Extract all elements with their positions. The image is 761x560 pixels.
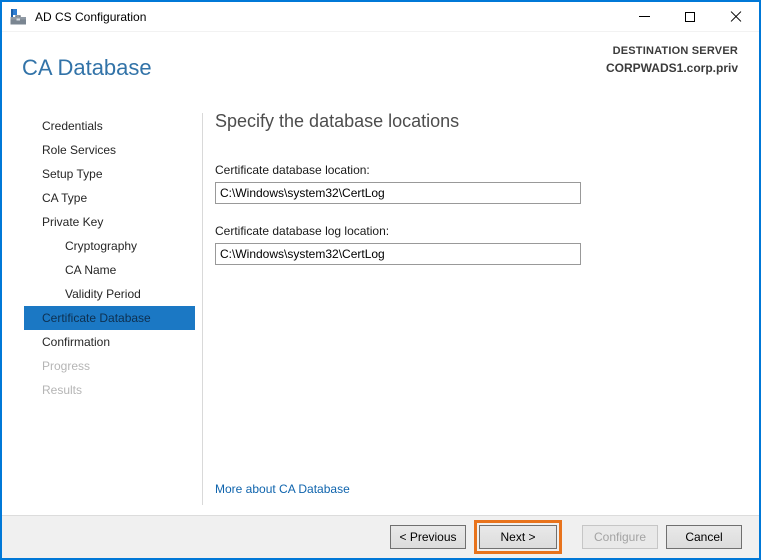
title-bar: AD CS Configuration	[2, 2, 759, 32]
sidebar-item-progress: Progress	[42, 359, 91, 373]
destination-server-block: DESTINATION SERVER CORPWADS1.corp.priv	[606, 45, 738, 75]
destination-server-name: CORPWADS1.corp.priv	[605, 61, 738, 75]
sidebar-item-ca-type[interactable]: CA Type	[24, 186, 195, 210]
sidebar-item-validity-period[interactable]: Validity Period	[24, 282, 195, 306]
sidebar-item-credentials[interactable]: Credentials	[24, 114, 195, 138]
sidebar-item-role-services[interactable]: Role Services	[24, 138, 195, 162]
page-content: Specify the database locations Certifica…	[215, 107, 743, 515]
cancel-button[interactable]: Cancel	[666, 525, 742, 549]
certificate-database-location-input[interactable]	[215, 182, 581, 204]
window-title: AD CS Configuration	[35, 9, 147, 24]
maximize-icon	[685, 11, 695, 22]
button-bar: < Previous Next > Configure Cancel	[2, 515, 759, 558]
more-about-ca-database-link[interactable]: More about CA Database	[215, 482, 350, 496]
sidebar-item-results: Results	[42, 383, 83, 397]
certificate-database-log-location-label: Certificate database log location:	[215, 224, 390, 238]
toolbox-icon	[10, 8, 26, 24]
window-controls	[621, 2, 759, 31]
minimize-button[interactable]	[621, 2, 667, 31]
destination-server-label: DESTINATION SERVER	[612, 45, 738, 57]
close-icon	[730, 11, 742, 23]
maximize-button[interactable]	[667, 2, 713, 31]
close-button[interactable]	[713, 2, 759, 31]
sidebar-divider	[202, 113, 203, 505]
sidebar-item-confirmation[interactable]: Confirmation	[24, 330, 195, 354]
certificate-database-log-location-input[interactable]	[215, 243, 581, 265]
certificate-database-location-label: Certificate database location:	[215, 163, 370, 177]
minimize-icon	[638, 16, 650, 17]
configure-button: Configure	[582, 525, 658, 549]
wizard-window: AD CS Configuration CA Database DESTINAT…	[0, 0, 761, 560]
sidebar-item-cryptography[interactable]: Cryptography	[24, 234, 195, 258]
sidebar-item-private-key[interactable]: Private Key	[24, 210, 195, 234]
sidebar-item-setup-type[interactable]: Setup Type	[24, 162, 195, 186]
previous-button[interactable]: < Previous	[390, 525, 466, 549]
sidebar-item-ca-name[interactable]: CA Name	[24, 258, 195, 282]
content-heading: Specify the database locations	[215, 111, 460, 131]
sidebar-item-certificate-database[interactable]: Certificate Database	[24, 306, 195, 330]
wizard-body: Credentials Role Services Setup Type CA …	[2, 107, 759, 515]
page-title: CA Database	[22, 55, 152, 80]
wizard-header: CA Database DESTINATION SERVER CORPWADS1…	[2, 33, 759, 107]
wizard-steps-nav: Credentials Role Services Setup Type CA …	[24, 114, 195, 402]
next-button[interactable]: Next >	[479, 525, 557, 549]
